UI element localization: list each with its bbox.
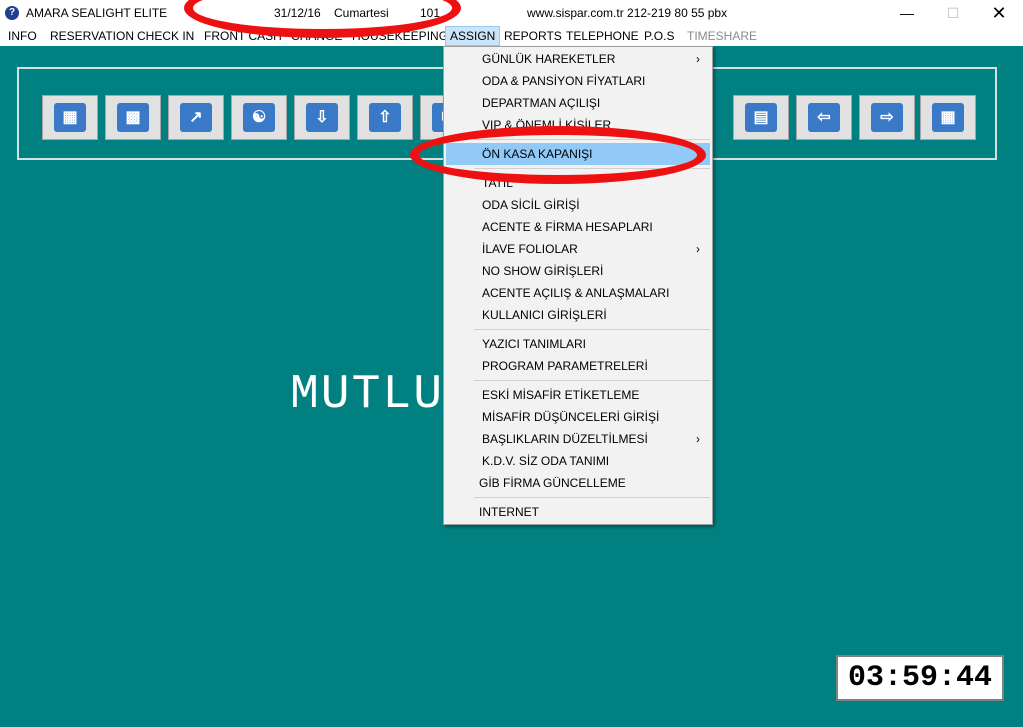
upload-icon: ⇧ xyxy=(369,103,401,132)
maximize-button[interactable]: ☐ xyxy=(930,0,976,26)
menu-separator xyxy=(474,380,710,381)
chevron-right-icon: › xyxy=(696,242,700,256)
clock-display: 03:59:44 xyxy=(836,655,1004,701)
toolbar-button-download[interactable]: ⇩ xyxy=(294,95,350,140)
toolbar-button-back[interactable]: ⇦ xyxy=(796,95,852,140)
menu-check-in[interactable]: CHECK IN xyxy=(133,26,198,46)
assign-dropdown-menu: GÜNLÜK HAREKETLER › ODA & PANSİYON FİYATL… xyxy=(443,46,713,525)
menu-item-no-show[interactable]: NO SHOW GİRİŞLERİ xyxy=(446,260,710,282)
menu-separator xyxy=(474,139,710,140)
menu-item-daily-movements[interactable]: GÜNLÜK HAREKETLER › xyxy=(446,48,710,70)
app-title: AMARA SEALIGHT ELITE xyxy=(26,6,168,20)
chevron-right-icon: › xyxy=(696,52,700,66)
menu-housekeeping[interactable]: HOUSEKEEPING xyxy=(348,26,452,46)
menu-reservation[interactable]: RESERVATION xyxy=(46,26,138,46)
menu-item-department-opening[interactable]: DEPARTMAN AÇILIŞI xyxy=(446,92,710,114)
menu-item-label: BAŞLIKLARIN DÜZELTİLMESİ xyxy=(482,432,648,446)
menu-item-title-correction[interactable]: BAŞLIKLARIN DÜZELTİLMESİ › xyxy=(446,428,710,450)
menu-item-front-cash-closing[interactable]: ÖN KASA KAPANIŞI xyxy=(446,143,710,165)
menu-item-room-registry[interactable]: ODA SİCİL GİRİŞİ xyxy=(446,194,710,216)
toolbar-button-org[interactable]: ▦ xyxy=(42,95,98,140)
help-circle-icon[interactable]: ? xyxy=(5,6,19,20)
status-date: 31/12/16 xyxy=(274,6,321,20)
menu-item-user-entries[interactable]: KULLANICI GİRİŞLERİ xyxy=(446,304,710,326)
menu-change[interactable]: CHANGE xyxy=(287,26,346,46)
menu-item-extra-folios[interactable]: İLAVE FOLIOLAR › xyxy=(446,238,710,260)
menu-item-label: İLAVE FOLIOLAR xyxy=(482,242,578,256)
menu-item-printer-definitions[interactable]: YAZICI TANIMLARI xyxy=(446,333,710,355)
toolbar-button-id-card[interactable]: ▤ xyxy=(733,95,789,140)
menu-timeshare: TIMESHARE xyxy=(687,29,758,43)
contact-info: www.sispar.com.tr 212-219 80 55 pbx xyxy=(527,6,728,20)
menu-item-vip[interactable]: VIP & ÖNEMLİ KİŞİLER xyxy=(446,114,710,136)
menu-item-agency-accounts[interactable]: ACENTE & FİRMA HESAPLARI xyxy=(446,216,710,238)
menu-separator xyxy=(474,497,710,498)
menu-bar: INFO RESERVATION CHECK IN FRONT CASH CHA… xyxy=(0,26,1023,46)
menu-separator xyxy=(474,168,710,169)
menu-item-guest-feedback[interactable]: MİSAFİR DÜŞÜNCELERİ GİRİŞİ xyxy=(446,406,710,428)
download-icon: ⇩ xyxy=(306,103,338,132)
close-button[interactable]: ✕ xyxy=(976,0,1022,26)
status-day: Cumartesi xyxy=(334,6,389,20)
toolbar-button-upload[interactable]: ⇧ xyxy=(357,95,413,140)
toolbar-button-trend[interactable]: ↗ xyxy=(168,95,224,140)
menu-item-old-guest-labeling[interactable]: ESKİ MİSAFİR ETİKETLEME xyxy=(446,384,710,406)
status-room: 101 xyxy=(420,6,441,20)
menu-pos[interactable]: P.O.S xyxy=(640,26,678,46)
minimize-button[interactable]: — xyxy=(884,0,930,26)
toolbar-button-bar[interactable]: ▩ xyxy=(105,95,161,140)
menu-item-agency-agreements[interactable]: ACENTE AÇILIŞ & ANLAŞMALARI xyxy=(446,282,710,304)
menu-separator xyxy=(474,329,710,330)
menu-assign[interactable]: ASSIGN xyxy=(445,26,501,46)
title-bar: ? AMARA SEALIGHT ELITE 31/12/16 Cumartes… xyxy=(0,0,1023,26)
menu-item-gib-company-update[interactable]: GİB FİRMA GÜNCELLEME xyxy=(446,472,710,494)
arrow-right-icon: ⇨ xyxy=(871,103,903,132)
bar-chart-icon: ▩ xyxy=(117,103,149,132)
org-chart-icon: ▦ xyxy=(54,103,86,132)
menu-item-internet[interactable]: INTERNET xyxy=(446,501,710,523)
toolbar-button-forward[interactable]: ⇨ xyxy=(859,95,915,140)
calculator-icon: ▦ xyxy=(932,103,964,132)
chevron-right-icon: › xyxy=(696,432,700,446)
menu-telephone[interactable]: TELEPHONE xyxy=(562,26,643,46)
menu-item-label: GÜNLÜK HAREKETLER xyxy=(482,52,616,66)
menu-item-holiday[interactable]: TATİL xyxy=(446,172,710,194)
menu-info[interactable]: INFO xyxy=(4,26,41,46)
toolbar-button-user-search[interactable]: ☯ xyxy=(231,95,287,140)
user-search-icon: ☯ xyxy=(243,103,275,132)
menu-front-cash[interactable]: FRONT CASH xyxy=(200,26,286,46)
menu-item-program-parameters[interactable]: PROGRAM PARAMETRELERİ xyxy=(446,355,710,377)
menu-item-vat-free-room[interactable]: K.D.V. SİZ ODA TANIMI xyxy=(446,450,710,472)
menu-item-room-prices[interactable]: ODA & PANSİYON FİYATLARI xyxy=(446,70,710,92)
toolbar-button-calculator[interactable]: ▦ xyxy=(920,95,976,140)
trend-chart-icon: ↗ xyxy=(180,103,212,132)
id-card-icon: ▤ xyxy=(745,103,777,132)
menu-reports[interactable]: REPORTS xyxy=(500,26,566,46)
arrow-left-icon: ⇦ xyxy=(808,103,840,132)
